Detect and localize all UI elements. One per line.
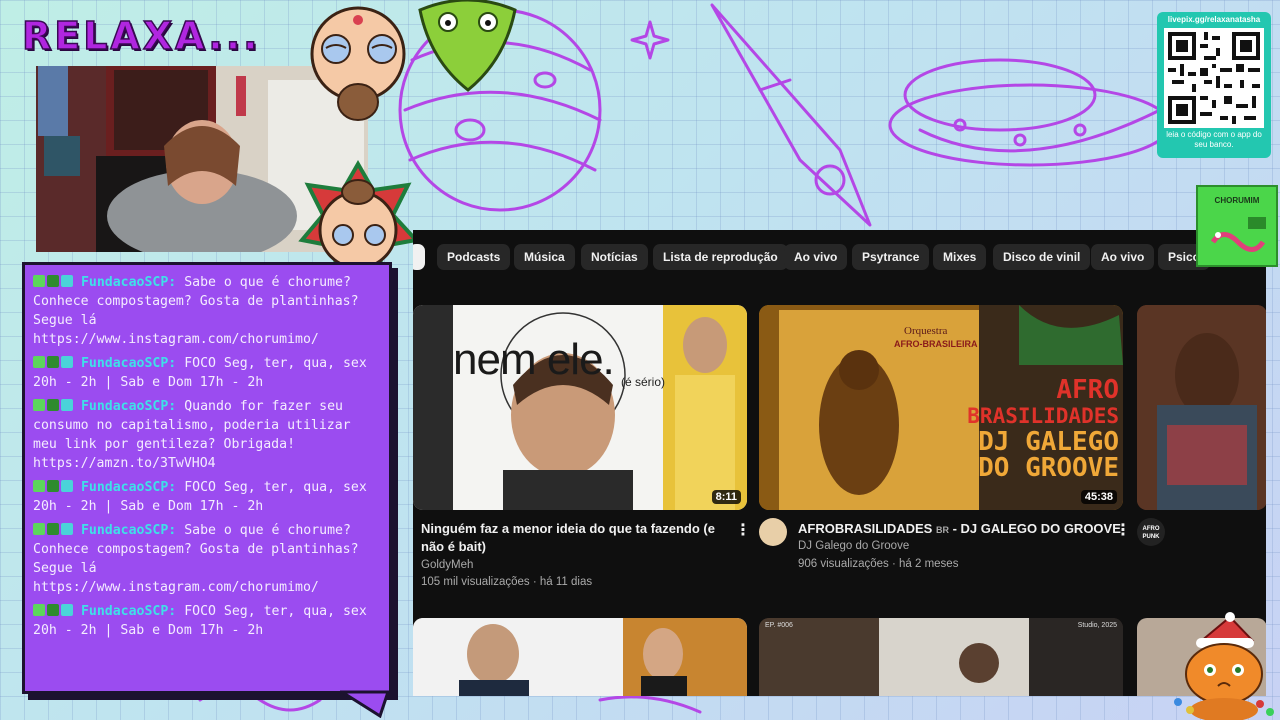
- chip-music[interactable]: Música: [514, 244, 575, 270]
- chat-username[interactable]: FundacaoSCP:: [81, 604, 176, 619]
- chip-news[interactable]: Notícias: [581, 244, 648, 270]
- chip-playlist[interactable]: Lista de reprodução: [653, 244, 788, 270]
- video-duration: 8:11: [711, 490, 741, 504]
- alien-badge-icon: [47, 523, 59, 535]
- studio-label: Studio, 2025: [1077, 622, 1117, 629]
- christmas-cat-sticker: [1174, 612, 1274, 720]
- alien-badge-icon: [47, 399, 59, 411]
- channel-name[interactable]: DJ Galego do Groove: [798, 538, 909, 555]
- bot-badge-icon: [61, 275, 73, 287]
- alien-badge-icon: [47, 275, 59, 287]
- video-title-1[interactable]: Ninguém faz a menor ideia do que ta faze…: [421, 520, 721, 556]
- chat-badges: [33, 356, 73, 368]
- bot-badge-icon: [61, 356, 73, 368]
- chat-message: FundacaoSCP: Quando for fazer seu consum…: [33, 397, 381, 473]
- chip-vinyl[interactable]: Disco de vinil: [993, 244, 1091, 270]
- chat-message: FundacaoSCP: Sabe o que é chorume? Conhe…: [33, 273, 381, 349]
- video-stats: 906 visualizações · há 2 meses: [798, 558, 959, 570]
- video-stats: 105 mil visualizações · há 11 dias: [421, 576, 593, 588]
- video-title-main: AFROBRASILIDADES: [798, 521, 933, 536]
- thumbnail-text: nem ele.: [453, 335, 615, 384]
- chat-username[interactable]: FundacaoSCP:: [81, 480, 176, 495]
- badge-icon: [33, 275, 45, 287]
- badge-icon: [33, 356, 45, 368]
- video-title-line: Ninguém faz a menor ideia do que ta faze…: [421, 521, 715, 536]
- more-options-icon[interactable]: ⋮: [735, 522, 751, 538]
- video-title-rest: - DJ GALEGO DO GROOVE: [952, 521, 1121, 536]
- alien-badge-icon: [47, 356, 59, 368]
- video-title-line: não é bait): [421, 539, 487, 554]
- thumbnail-small-text-2: AFRO-BRASILEIRA: [894, 339, 978, 349]
- thumbnail-subtext: (é sério): [621, 375, 666, 389]
- chat-panel: FundacaoSCP: Sabe o que é chorume? Conhe…: [22, 262, 392, 694]
- cartoon-monk-sticker: [310, 6, 406, 121]
- more-options-icon[interactable]: ⋮: [1115, 522, 1131, 538]
- video-title-2[interactable]: AFROBRASILIDADES BR - DJ GALEGO DO GROOV…: [798, 520, 1128, 539]
- chip-mixes[interactable]: Mixes: [933, 244, 987, 270]
- chip-podcasts[interactable]: Podcasts: [437, 244, 511, 270]
- chat-username[interactable]: FundacaoSCP:: [81, 399, 176, 414]
- episode-label: EP. #006: [765, 622, 793, 629]
- thumbnail-title-text: AFRO BRASILIDADES DJ GALEGO DO GROOVE: [967, 375, 1119, 483]
- bot-badge-icon: [61, 604, 73, 616]
- video-thumbnail-1[interactable]: nem ele. (é sério) 8:11: [413, 305, 747, 510]
- chip-psytrance[interactable]: Psytrance: [852, 244, 930, 270]
- video-thumbnail-2[interactable]: Orquestra AFRO-BRASILEIRA AFRO BRASILIDA…: [759, 305, 1123, 510]
- badge-icon: [33, 399, 45, 411]
- badge-icon: [33, 604, 45, 616]
- thumbnail-small-text: Orquestra: [904, 325, 948, 337]
- chat-message: FundacaoSCP: FOCO Seg, ter, qua, sex 20h…: [33, 478, 381, 516]
- category-chips-bar: Podcasts Música Notícias Lista de reprod…: [413, 244, 1266, 270]
- qr-caption: leia o código com o app do seu banco.: [1166, 130, 1262, 149]
- qr-code-icon: [1164, 28, 1264, 128]
- video-duration: 45:38: [1080, 490, 1117, 504]
- chip-live[interactable]: Ao vivo: [784, 244, 848, 270]
- chip-live-2[interactable]: Ao vivo: [1091, 244, 1155, 270]
- bot-badge-icon: [61, 480, 73, 492]
- video-thumbnail-3[interactable]: [1137, 305, 1266, 510]
- chat-badges: [33, 604, 73, 616]
- chorumim-sticker[interactable]: CHORUMIM: [1196, 185, 1278, 267]
- chat-message: FundacaoSCP: FOCO Seg, ter, qua, sex 20h…: [33, 354, 381, 392]
- chat-message: FundacaoSCP: FOCO Seg, ter, qua, sex 20h…: [33, 602, 381, 640]
- bot-badge-icon: [61, 523, 73, 535]
- alien-badge-icon: [47, 604, 59, 616]
- youtube-browser-window: Podcasts Música Notícias Lista de reprod…: [413, 230, 1266, 696]
- badge-icon: [33, 523, 45, 535]
- pix-qr-card[interactable]: livepix.gg/relaxanatasha leia o código c…: [1157, 12, 1271, 158]
- alien-badge-icon: [47, 480, 59, 492]
- chat-username[interactable]: FundacaoSCP:: [81, 523, 176, 538]
- qr-url-text: livepix.gg/relaxanatasha: [1167, 15, 1261, 24]
- chat-message: FundacaoSCP: Sabe o que é chorume? Conhe…: [33, 521, 381, 597]
- channel-name[interactable]: GoldyMeh: [421, 557, 473, 574]
- channel-avatar[interactable]: [759, 518, 787, 546]
- video-thumbnail-4[interactable]: [413, 618, 747, 696]
- chat-username[interactable]: FundacaoSCP:: [81, 356, 176, 371]
- bot-badge-icon: [61, 399, 73, 411]
- chat-badges: [33, 523, 73, 535]
- green-creature-sticker: [418, 0, 517, 92]
- chat-badges: [33, 275, 73, 287]
- rocket-doodle: [710, 3, 872, 227]
- badge-icon: [33, 480, 45, 492]
- video-thumbnail-5[interactable]: EP. #006 Studio, 2025: [759, 618, 1123, 696]
- chat-username[interactable]: FundacaoSCP:: [81, 275, 176, 290]
- video-title-flag: BR: [935, 525, 949, 535]
- chat-badges: [33, 399, 73, 411]
- overlay-title: RELAXA...: [21, 13, 261, 59]
- channel-avatar[interactable]: AFRO PUNK: [1137, 518, 1165, 546]
- chat-bubble-tail: [340, 690, 390, 718]
- chip-all[interactable]: [413, 244, 425, 270]
- chat-badges: [33, 480, 73, 492]
